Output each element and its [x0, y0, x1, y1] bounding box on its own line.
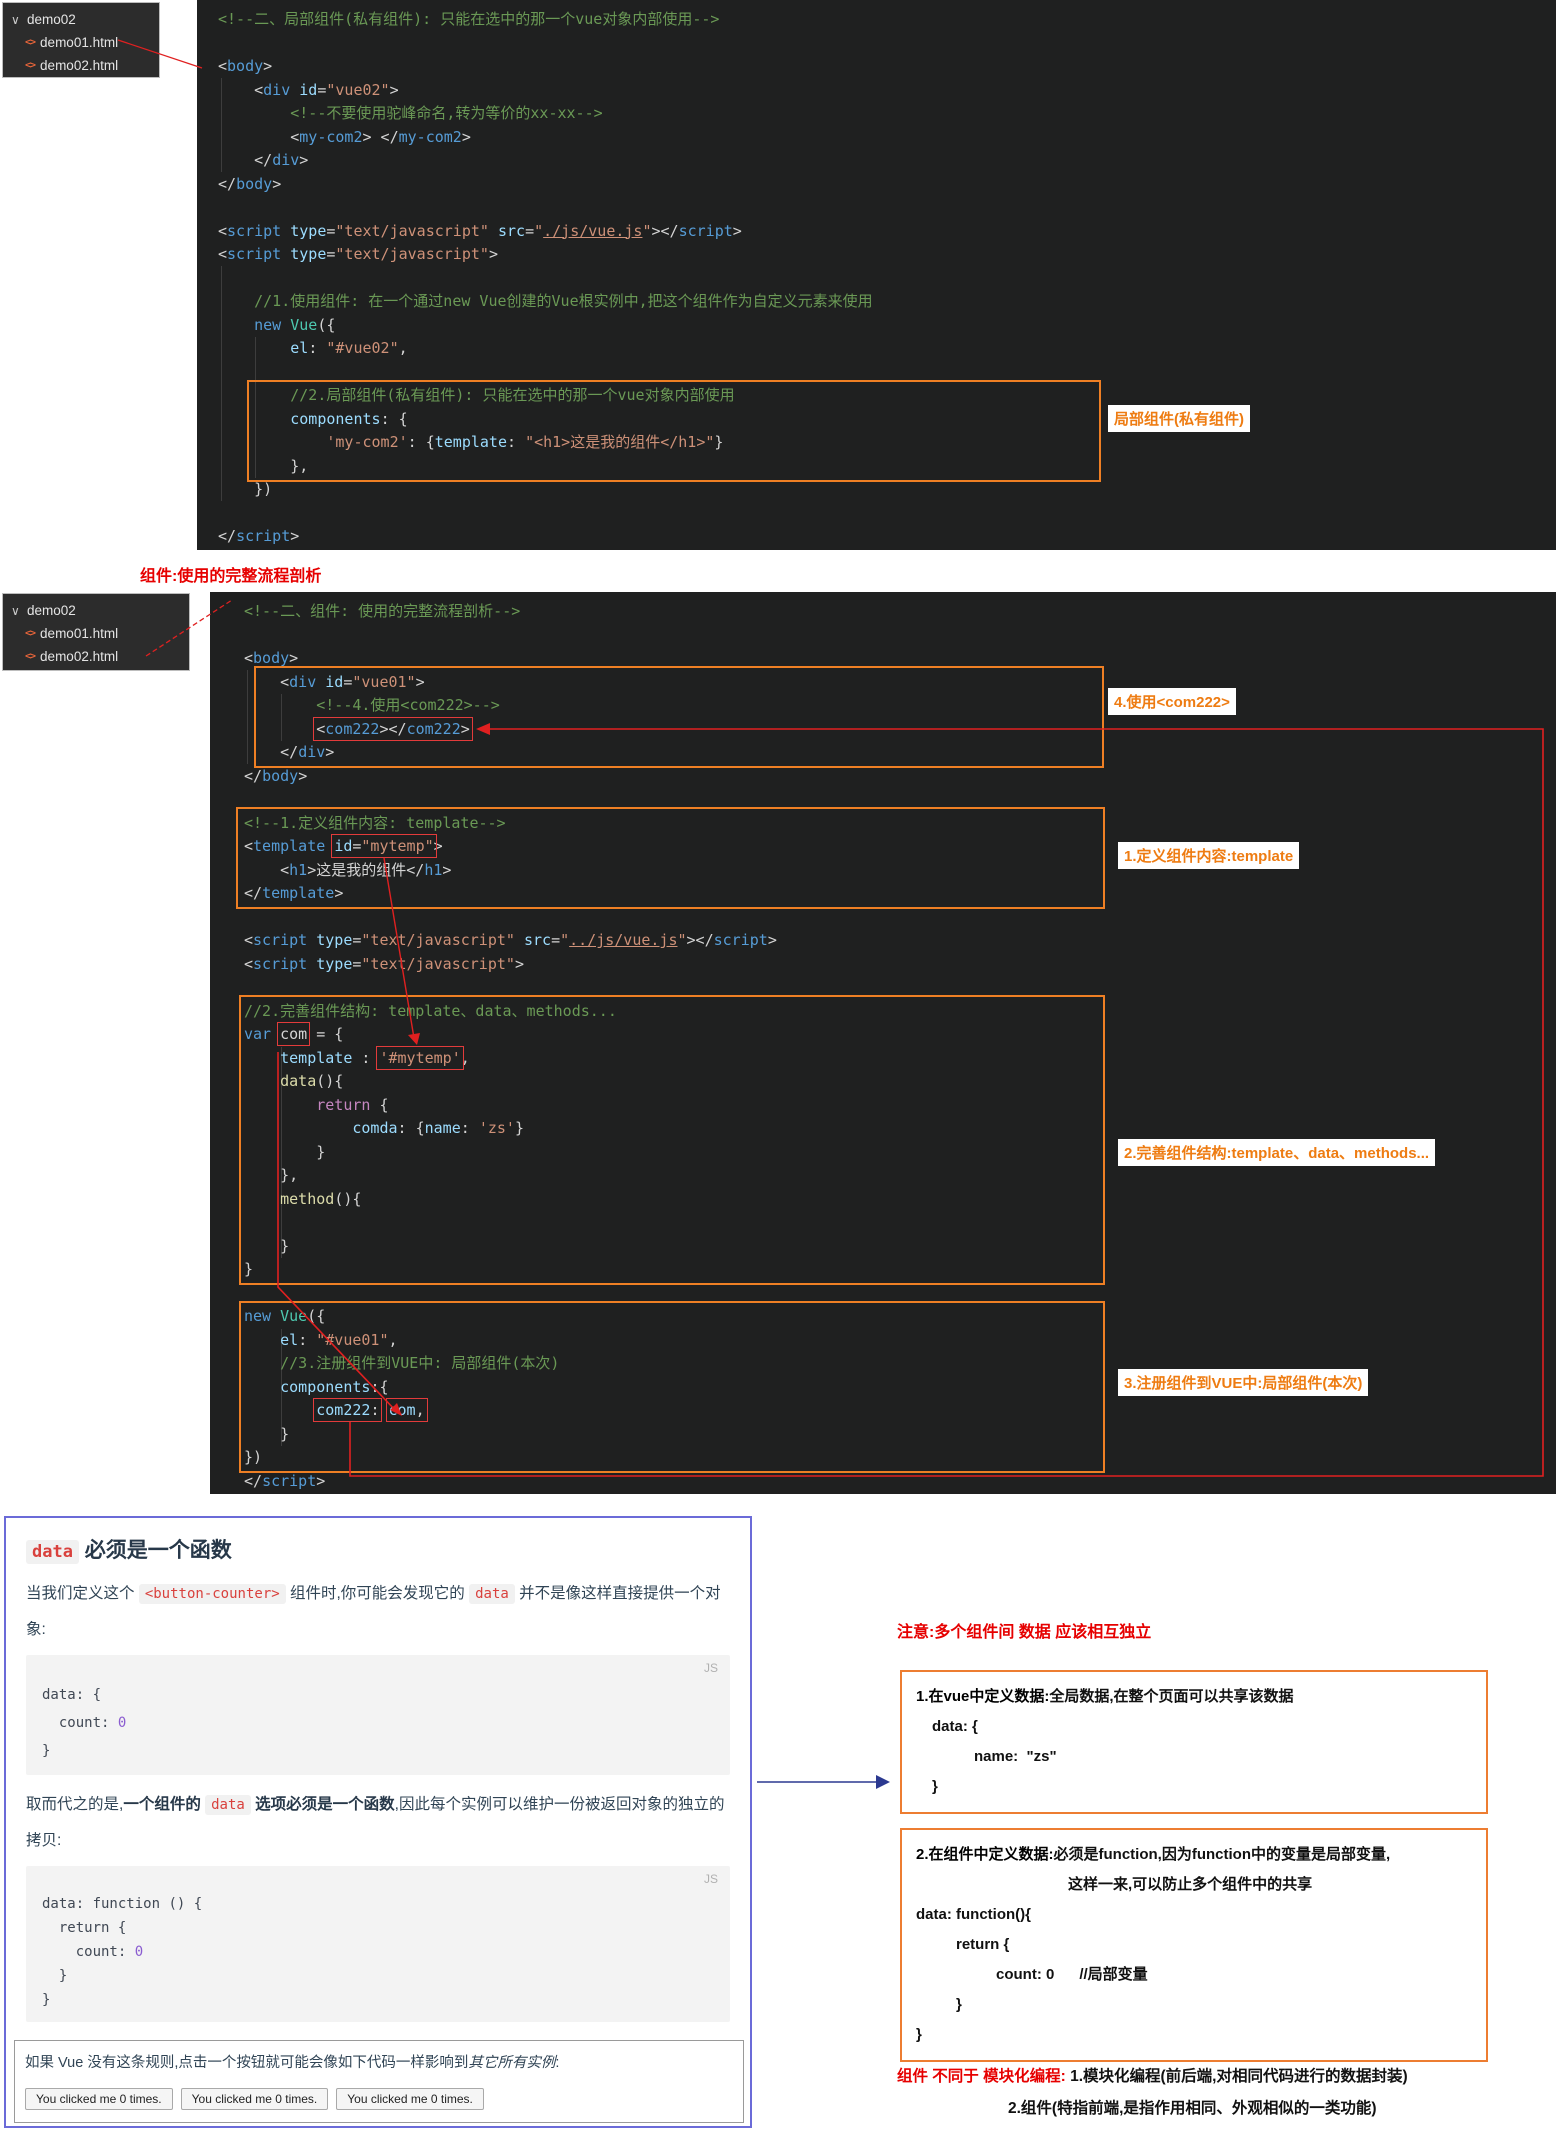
file-label: demo01.html [40, 35, 118, 50]
html-file-icon: <> [25, 37, 35, 48]
js-lang-badge: JS [704, 1661, 718, 1675]
file-explorer-1: ∨ demo02 <> demo01.html <> demo02.html [2, 2, 160, 78]
file-label: demo01.html [40, 626, 118, 641]
editor1-code[interactable]: <!--二、局部组件(私有组件): 只能在选中的那一个vue对象内部使用--> … [197, 0, 1556, 549]
flow-title: 组件:使用的完整流程剖析 [140, 562, 321, 586]
note-item-2: 2.组件(特指前端,是指作用相同、外观相似的一类功能) [1008, 2096, 1377, 2118]
note-red-lead: 组件 不同于 模块化编程: [897, 2068, 1066, 2085]
annotation-label-register: 3.注册组件到VUE中:局部组件(本次) [1118, 1369, 1368, 1396]
annotation-label-define: 1.定义组件内容:template [1118, 842, 1299, 869]
doc-warning-text: 如果 Vue 没有这条规则,点击一个按钮就可能会像如下代码一样影响到其它所有实例… [25, 2051, 733, 2072]
file-label: demo02.html [40, 58, 118, 73]
doc-code-2: data: function () { return { count: 0 }} [42, 1892, 714, 2012]
explorer-file-demo01[interactable]: <> demo01.html [3, 622, 189, 645]
note-item-1: 1.模块化编程(前后端,对相同代码进行的数据封装) [1070, 2068, 1408, 2085]
counter-button-1[interactable]: You clicked me 0 times. [25, 2088, 173, 2110]
file-label: demo02.html [40, 649, 118, 664]
note-box2-lines: 2.在组件中定义数据:必须是function,因为function中的变量是局部… [916, 1840, 1472, 2050]
demo-buttons-row: You clicked me 0 times. You clicked me 0… [25, 2088, 733, 2110]
code-editor-demo02[interactable]: <!--二、组件: 使用的完整流程剖析--> <body> <div id="v… [210, 592, 1556, 1494]
page: <!--二、局部组件(私有组件): 只能在选中的那一个vue对象内部使用--> … [0, 0, 1560, 2150]
js-lang-badge: JS [704, 1872, 718, 1886]
explorer-file-demo01[interactable]: <> demo01.html [3, 31, 159, 54]
note-component-vs-module: 组件 不同于 模块化编程: 1.模块化编程(前后端,对相同代码进行的数据封装) [897, 2064, 1408, 2086]
doc-paragraph-1: 当我们定义这个 <button-counter> 组件时,你可能会发现它的 da… [26, 1576, 730, 1647]
note-box1-lines: 1.在vue中定义数据:全局数据,在整个页面可以共享该数据data: {name… [916, 1682, 1472, 1802]
editor2-code[interactable]: <!--二、组件: 使用的完整流程剖析--> <body> <div id="v… [210, 592, 1556, 1493]
note-independent-data: 注意:多个组件间 数据 应该相互独立 [897, 1618, 1151, 1642]
doc-paragraph-2: 取而代之的是,一个组件的 data 选项必须是一个函数,因此每个实例可以维护一份… [26, 1787, 730, 1858]
code-editor-demo01[interactable]: <!--二、局部组件(私有组件): 只能在选中的那一个vue对象内部使用--> … [197, 0, 1556, 550]
note-box-component-data: 2.在组件中定义数据:必须是function,因为function中的变量是局部… [900, 1828, 1488, 2062]
counter-button-2[interactable]: You clicked me 0 times. [181, 2088, 329, 2110]
explorer-file-demo02[interactable]: <> demo02.html [3, 54, 159, 77]
doc-warning-box: 如果 Vue 没有这条规则,点击一个按钮就可能会像如下代码一样影响到其它所有实例… [14, 2040, 744, 2123]
doc-code-block-1: JS data: { count: 0} [26, 1655, 730, 1775]
html-file-icon: <> [25, 628, 35, 639]
explorer-folder-demo02[interactable]: ∨ demo02 [3, 8, 159, 31]
doc-code-block-2: JS data: function () { return { count: 0… [26, 1866, 730, 2022]
chevron-down-icon: ∨ [11, 13, 23, 27]
annotation-label-use: 4.使用<com222> [1108, 688, 1236, 715]
doc-title: data 必须是一个函数 [26, 1534, 730, 1564]
vue-doc-panel: data 必须是一个函数 当我们定义这个 <button-counter> 组件… [4, 1516, 752, 2128]
explorer-file-demo02[interactable]: <> demo02.html [3, 645, 189, 668]
folder-label: demo02 [27, 12, 76, 27]
doc-title-code: data [26, 1540, 79, 1564]
note-box-global-data: 1.在vue中定义数据:全局数据,在整个页面可以共享该数据data: {name… [900, 1670, 1488, 1814]
counter-button-3[interactable]: You clicked me 0 times. [336, 2088, 484, 2110]
file-explorer-2: ∨ demo02 <> demo01.html <> demo02.html [2, 593, 190, 671]
html-file-icon: <> [25, 651, 35, 662]
chevron-down-icon: ∨ [11, 604, 23, 618]
doc-title-text: 必须是一个函数 [79, 1539, 232, 1562]
folder-label: demo02 [27, 603, 76, 618]
html-file-icon: <> [25, 60, 35, 71]
annotation-label-improve: 2.完善组件结构:template、data、methods... [1118, 1139, 1435, 1166]
explorer-folder-demo02[interactable]: ∨ demo02 [3, 599, 189, 622]
doc-code-1: data: { count: 0} [42, 1681, 714, 1765]
annotation-label-private-component: 局部组件(私有组件) [1108, 405, 1250, 432]
